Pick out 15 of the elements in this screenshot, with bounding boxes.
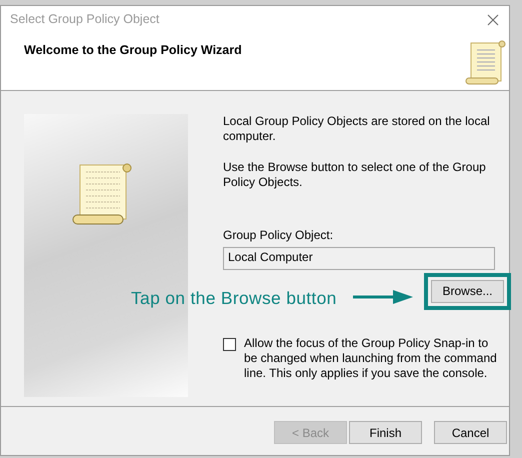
checkbox[interactable]	[223, 338, 236, 351]
dialog-button[interactable]: Finish	[349, 421, 422, 444]
field-label: Group Policy Object:	[223, 228, 334, 243]
checkbox-label: Allow the focus of the Group Policy Snap-in to be changed when launching from the command line. This only applies if you save the console.	[244, 336, 498, 381]
scroll-icon	[72, 163, 134, 227]
intro-text: Local Group Policy Objects are stored on the local computer.	[223, 114, 491, 144]
window-title: Select Group Policy Object	[10, 11, 160, 28]
browse-button[interactable]: Browse...	[431, 280, 504, 303]
gpo-field[interactable]: Local Computer	[223, 247, 495, 270]
wizard-title: Welcome to the Group Policy Wizard	[24, 42, 242, 59]
arrow	[353, 290, 413, 304]
dialog-button[interactable]: Cancel	[434, 421, 507, 444]
annotation-text: Tap on the Browse button	[131, 287, 337, 310]
close-icon[interactable]	[487, 14, 499, 26]
intro-text: Use the Browse button to select one of the Group Policy Objects.	[223, 160, 487, 190]
